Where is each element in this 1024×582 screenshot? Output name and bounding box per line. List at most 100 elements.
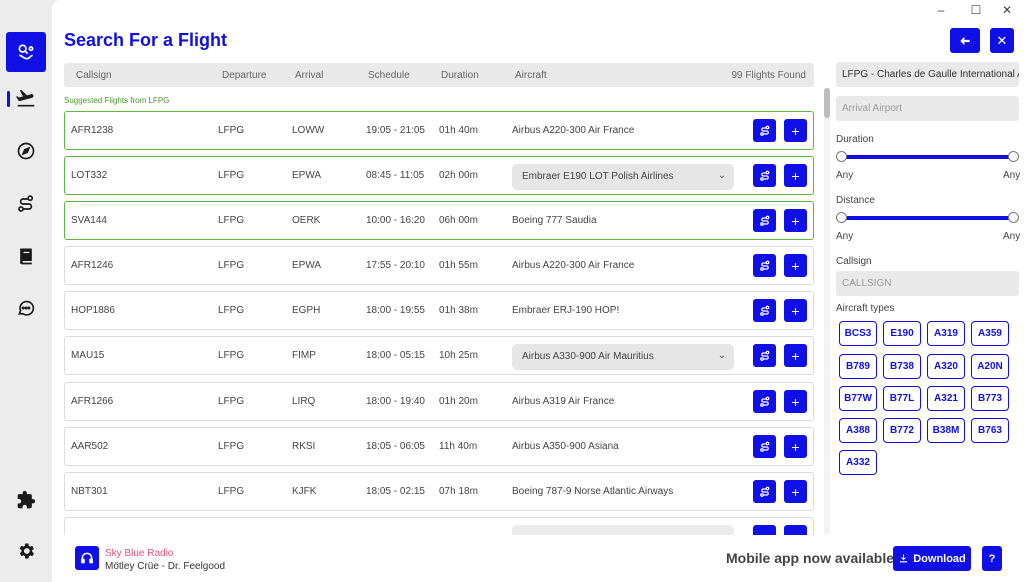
- aircraft-type-chip[interactable]: A319: [927, 321, 965, 346]
- aircraft-type-chip[interactable]: A321: [927, 386, 965, 411]
- aircraft-type-chip[interactable]: A332: [839, 450, 877, 475]
- window-close-button[interactable]: ✕: [998, 3, 1016, 17]
- arrival-airport-field[interactable]: Arrival Airport: [836, 96, 1019, 121]
- table-row[interactable]: [64, 517, 814, 535]
- aircraft-type-chip[interactable]: BCS3: [839, 321, 877, 346]
- callsign-cell: HOP1886: [71, 305, 115, 316]
- minimize-button[interactable]: –: [932, 3, 950, 17]
- route-button[interactable]: [753, 299, 776, 322]
- aircraft-select[interactable]: [512, 525, 734, 535]
- table-row[interactable]: AAR502 LFPG RKSI 18:05 - 06:05 11h 40m A…: [64, 427, 814, 466]
- add-flight-button[interactable]: +: [784, 254, 807, 277]
- callsign-cell: LOT332: [71, 170, 108, 181]
- radio-station-name: Sky Blue Radio: [105, 548, 174, 559]
- add-flight-button[interactable]: +: [784, 164, 807, 187]
- aircraft-type-chip[interactable]: B38M: [927, 418, 965, 443]
- table-row[interactable]: SVA144 LFPG OERK 10:00 - 16:20 06h 00m B…: [64, 201, 814, 240]
- callsign-cell: MAU15: [71, 350, 105, 361]
- aircraft-cell: Boeing 777 Saudia: [512, 215, 597, 226]
- add-flight-button[interactable]: +: [784, 344, 807, 367]
- table-row[interactable]: HOP1886 LFPG EGPH 18:00 - 19:55 01h 38m …: [64, 291, 814, 330]
- sidebar-item-addons[interactable]: [6, 480, 46, 520]
- table-row[interactable]: AFR1246 LFPG EPWA 17:55 - 20:10 01h 55m …: [64, 246, 814, 285]
- departure-airport-field[interactable]: LFPG - Charles de Gaulle International A…: [836, 62, 1019, 87]
- duration-max-handle[interactable]: [1008, 151, 1019, 162]
- table-row[interactable]: AFR1266 LFPG LIRQ 18:00 - 19:40 01h 20m …: [64, 382, 814, 421]
- departure-cell: LFPG: [218, 350, 245, 361]
- aircraft-type-chip[interactable]: B77L: [883, 386, 921, 411]
- aircraft-type-chip[interactable]: B772: [883, 418, 921, 443]
- header-arrival[interactable]: Arrival: [295, 70, 323, 81]
- sidebar-item-flights[interactable]: [6, 79, 46, 119]
- sidebar-item-chat[interactable]: [6, 288, 46, 328]
- radio-player-button[interactable]: [75, 546, 99, 570]
- duration-min-handle[interactable]: [836, 151, 847, 162]
- aircraft-type-chip[interactable]: B773: [971, 386, 1009, 411]
- sidebar-item-flight-search[interactable]: [6, 32, 46, 72]
- callsign-cell: NBT301: [71, 486, 108, 497]
- sidebar-item-explore[interactable]: [6, 131, 46, 171]
- distance-min-handle[interactable]: [836, 212, 847, 223]
- sidebar-item-logbook[interactable]: [6, 236, 46, 276]
- header-schedule[interactable]: Schedule: [368, 70, 410, 81]
- route-button[interactable]: [753, 435, 776, 458]
- header-callsign[interactable]: Callsign: [76, 70, 112, 81]
- table-row[interactable]: LOT332 LFPG EPWA 08:45 - 11:05 02h 00m E…: [64, 156, 814, 195]
- route-icon: [759, 215, 769, 226]
- list-scrollbar-thumb[interactable]: [824, 88, 830, 118]
- route-button[interactable]: [753, 344, 776, 367]
- table-row[interactable]: NBT301 LFPG KJFK 18:05 - 02:15 07h 18m B…: [64, 472, 814, 511]
- download-button[interactable]: Download: [893, 546, 971, 571]
- aircraft-type-chip[interactable]: B789: [839, 354, 877, 379]
- aircraft-type-chip[interactable]: A320: [927, 354, 965, 379]
- route-button[interactable]: [753, 525, 776, 535]
- aircraft-type-chip[interactable]: B77W: [839, 386, 877, 411]
- add-flight-button[interactable]: +: [784, 390, 807, 413]
- table-header: Callsign Departure Arrival Schedule Dura…: [64, 63, 814, 87]
- duration-cell: 07h 18m: [439, 486, 478, 497]
- aircraft-type-chip[interactable]: A359: [971, 321, 1009, 346]
- help-button[interactable]: ?: [982, 546, 1002, 571]
- route-button[interactable]: [753, 390, 776, 413]
- departure-cell: LFPG: [218, 396, 245, 407]
- arrival-cell: LOWW: [292, 125, 325, 136]
- aircraft-select[interactable]: Embraer E190 LOT Polish Airlines ⌄: [512, 164, 734, 190]
- header-aircraft[interactable]: Aircraft: [515, 70, 547, 81]
- route-icon: [759, 170, 769, 181]
- distance-label: Distance: [836, 195, 875, 206]
- route-button[interactable]: [753, 164, 776, 187]
- schedule-cell: 19:05 - 21:05: [366, 125, 425, 136]
- list-scrollbar-track[interactable]: [824, 88, 830, 534]
- aircraft-type-chip[interactable]: A388: [839, 418, 877, 443]
- add-flight-button[interactable]: +: [784, 480, 807, 503]
- callsign-input[interactable]: CALLSIGN: [836, 271, 1019, 296]
- header-departure[interactable]: Departure: [222, 70, 266, 81]
- add-flight-button[interactable]: +: [784, 209, 807, 232]
- add-flight-button[interactable]: +: [784, 299, 807, 322]
- sidebar-item-settings[interactable]: [6, 531, 46, 571]
- maximize-button[interactable]: ☐: [967, 3, 985, 17]
- route-button[interactable]: [753, 254, 776, 277]
- add-flight-button[interactable]: [784, 525, 807, 535]
- back-button[interactable]: [950, 28, 980, 53]
- aircraft-type-chip[interactable]: B738: [883, 354, 921, 379]
- distance-slider-track[interactable]: [842, 216, 1013, 220]
- route-button[interactable]: [753, 480, 776, 503]
- add-flight-button[interactable]: +: [784, 119, 807, 142]
- aircraft-type-chip[interactable]: E190: [883, 321, 921, 346]
- table-row[interactable]: MAU15 LFPG FIMP 18:00 - 05:15 10h 25m Ai…: [64, 336, 814, 375]
- distance-max-handle[interactable]: [1008, 212, 1019, 223]
- add-flight-button[interactable]: +: [784, 435, 807, 458]
- sidebar-item-routes[interactable]: [6, 184, 46, 224]
- aircraft-type-chip[interactable]: B763: [971, 418, 1009, 443]
- header-duration[interactable]: Duration: [441, 70, 479, 81]
- route-button[interactable]: [753, 209, 776, 232]
- plus-icon: +: [791, 347, 800, 364]
- table-row[interactable]: AFR1238 LFPG LOWW 19:05 - 21:05 01h 40m …: [64, 111, 814, 150]
- route-button[interactable]: [753, 119, 776, 142]
- aircraft-select[interactable]: Airbus A330-900 Air Mauritius ⌄: [512, 344, 734, 370]
- aircraft-type-chip[interactable]: A20N: [971, 354, 1009, 379]
- duration-slider-track[interactable]: [842, 155, 1013, 159]
- headphones-icon: [81, 552, 93, 564]
- close-search-button[interactable]: ✕: [990, 28, 1014, 53]
